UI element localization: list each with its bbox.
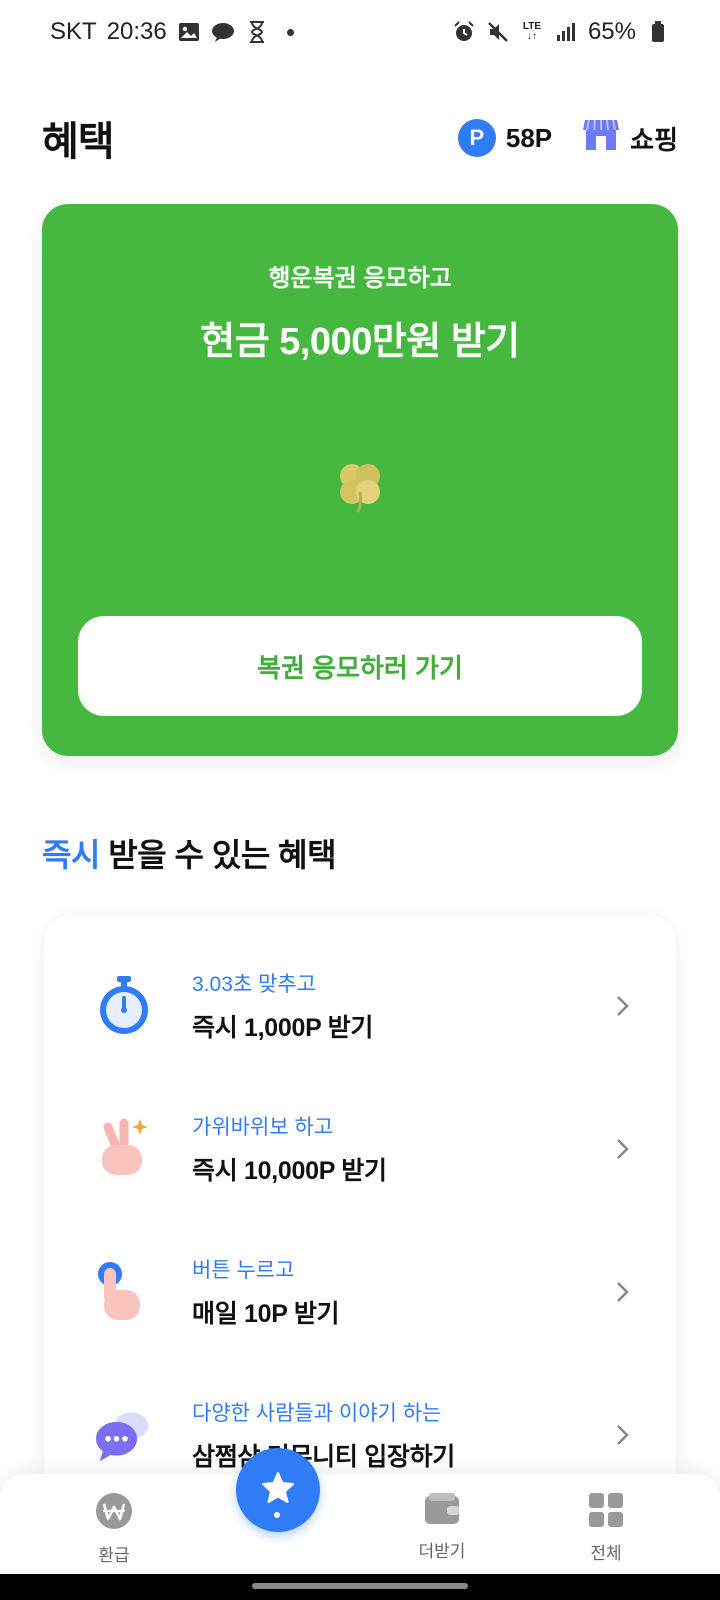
mute-icon bbox=[486, 20, 510, 44]
benefit-text: 다양한 사람들과 이야기 하는 삼쩜삼 커뮤니티 입장하기 bbox=[192, 1397, 455, 1473]
hourglass-icon bbox=[245, 20, 269, 44]
benefit-text: 버튼 누르고 매일 10P 받기 bbox=[192, 1254, 340, 1330]
nav-item-refund[interactable]: 환급 bbox=[54, 1492, 174, 1566]
benefit-caption: 3.03초 맞추고 bbox=[192, 973, 316, 996]
finger-press-icon bbox=[94, 1262, 154, 1322]
benefit-item-rps[interactable]: 가위바위보 하고 즉시 10,000P 받기 bbox=[44, 1084, 676, 1214]
lottery-subtitle: 행운복권 응모하고 bbox=[268, 265, 452, 292]
battery-icon bbox=[646, 20, 670, 44]
gallery-icon bbox=[177, 20, 201, 44]
carrier: SKT bbox=[50, 18, 97, 45]
benefit-caption: 버튼 누르고 bbox=[192, 1259, 295, 1282]
active-dot bbox=[274, 1512, 280, 1518]
benefit-text: 3.03초 맞추고 즉시 1,000P 받기 bbox=[192, 968, 373, 1044]
nav-label: 환급 bbox=[98, 1546, 130, 1565]
section-title-accent: 즉시 bbox=[42, 837, 100, 873]
star-icon bbox=[260, 1470, 296, 1511]
won-icon bbox=[95, 1492, 133, 1535]
points-value: 58P bbox=[505, 122, 553, 153]
clock: 20:36 bbox=[106, 18, 167, 45]
benefit-title: 즉시 1,000P 받기 bbox=[192, 1014, 374, 1042]
battery-percent: 65% bbox=[587, 18, 636, 45]
home-indicator[interactable] bbox=[252, 1583, 468, 1589]
page-title: 혜택 bbox=[42, 120, 115, 164]
section-title-rest: 받을 수 있는 혜택 bbox=[99, 837, 337, 873]
status-right: LTE ↓↑ 65% bbox=[452, 18, 670, 46]
benefit-item-daily-button[interactable]: 버튼 누르고 매일 10P 받기 bbox=[44, 1227, 676, 1357]
benefit-title: 즉시 10,000P 받기 bbox=[192, 1157, 387, 1185]
status-left: SKT 20:36 bbox=[50, 18, 294, 46]
alarm-icon bbox=[452, 20, 476, 44]
chevron-right-icon bbox=[617, 996, 629, 1016]
shop-label: 쇼핑 bbox=[630, 124, 678, 155]
benefit-title: 삼쩜삼 커뮤니티 입장하기 bbox=[192, 1443, 455, 1471]
wallet-icon bbox=[423, 1492, 461, 1531]
nav-label: 전체 bbox=[590, 1544, 622, 1563]
points-coin-icon: P bbox=[457, 119, 496, 157]
bottom-nav: 환급 더받기 전체 bbox=[0, 1448, 720, 1574]
chevron-right-icon bbox=[617, 1139, 629, 1159]
chat-icon bbox=[94, 1405, 154, 1465]
stopwatch-icon bbox=[94, 976, 154, 1036]
nav-label: 더받기 bbox=[418, 1542, 466, 1561]
dot-icon bbox=[286, 28, 294, 36]
header-actions: P 58P 쇼핑 bbox=[457, 118, 678, 159]
hand-gesture-icon bbox=[94, 1118, 154, 1179]
shop-button[interactable]: 쇼핑 bbox=[582, 118, 678, 159]
benefit-caption: 가위바위보 하고 bbox=[192, 1116, 334, 1139]
lottery-title: 현금 5,000만원 받기 bbox=[200, 321, 520, 363]
benefit-title: 매일 10P 받기 bbox=[192, 1300, 340, 1328]
clover-icon bbox=[332, 458, 388, 514]
benefit-item-timer[interactable]: 3.03초 맞추고 즉시 1,000P 받기 bbox=[44, 941, 676, 1071]
benefit-caption: 다양한 사람들과 이야기 하는 bbox=[192, 1402, 442, 1425]
nav-item-benefits[interactable] bbox=[236, 1448, 320, 1532]
points-button[interactable]: P 58P bbox=[457, 119, 553, 157]
nav-item-all[interactable]: 전체 bbox=[546, 1492, 666, 1564]
benefit-text: 가위바위보 하고 즉시 10,000P 받기 bbox=[192, 1111, 387, 1187]
system-navigation-bar bbox=[0, 1574, 720, 1600]
lte-icon: LTE ↓↑ bbox=[522, 21, 542, 42]
chat-bubble-icon bbox=[211, 20, 235, 44]
lottery-enter-button[interactable]: 복권 응모하러 가기 bbox=[78, 616, 642, 716]
header: 혜택 P 58P 쇼핑 bbox=[0, 100, 720, 176]
store-icon bbox=[582, 118, 620, 159]
chevron-right-icon bbox=[617, 1425, 629, 1445]
grid-icon bbox=[588, 1492, 624, 1533]
chevron-right-icon bbox=[617, 1282, 629, 1302]
nav-item-more[interactable]: 더받기 bbox=[382, 1492, 502, 1562]
section-title: 즉시 받을 수 있는 혜택 bbox=[42, 830, 337, 876]
signal-icon bbox=[554, 20, 578, 44]
benefit-list: 3.03초 맞추고 즉시 1,000P 받기 가위바위보 하고 즉시 10,00… bbox=[44, 916, 676, 1536]
lottery-banner[interactable]: 행운복권 응모하고 현금 5,000만원 받기 복권 응모하러 가기 bbox=[42, 204, 678, 756]
status-bar: SKT 20:36 LTE ↓↑ 65% bbox=[0, 0, 720, 64]
